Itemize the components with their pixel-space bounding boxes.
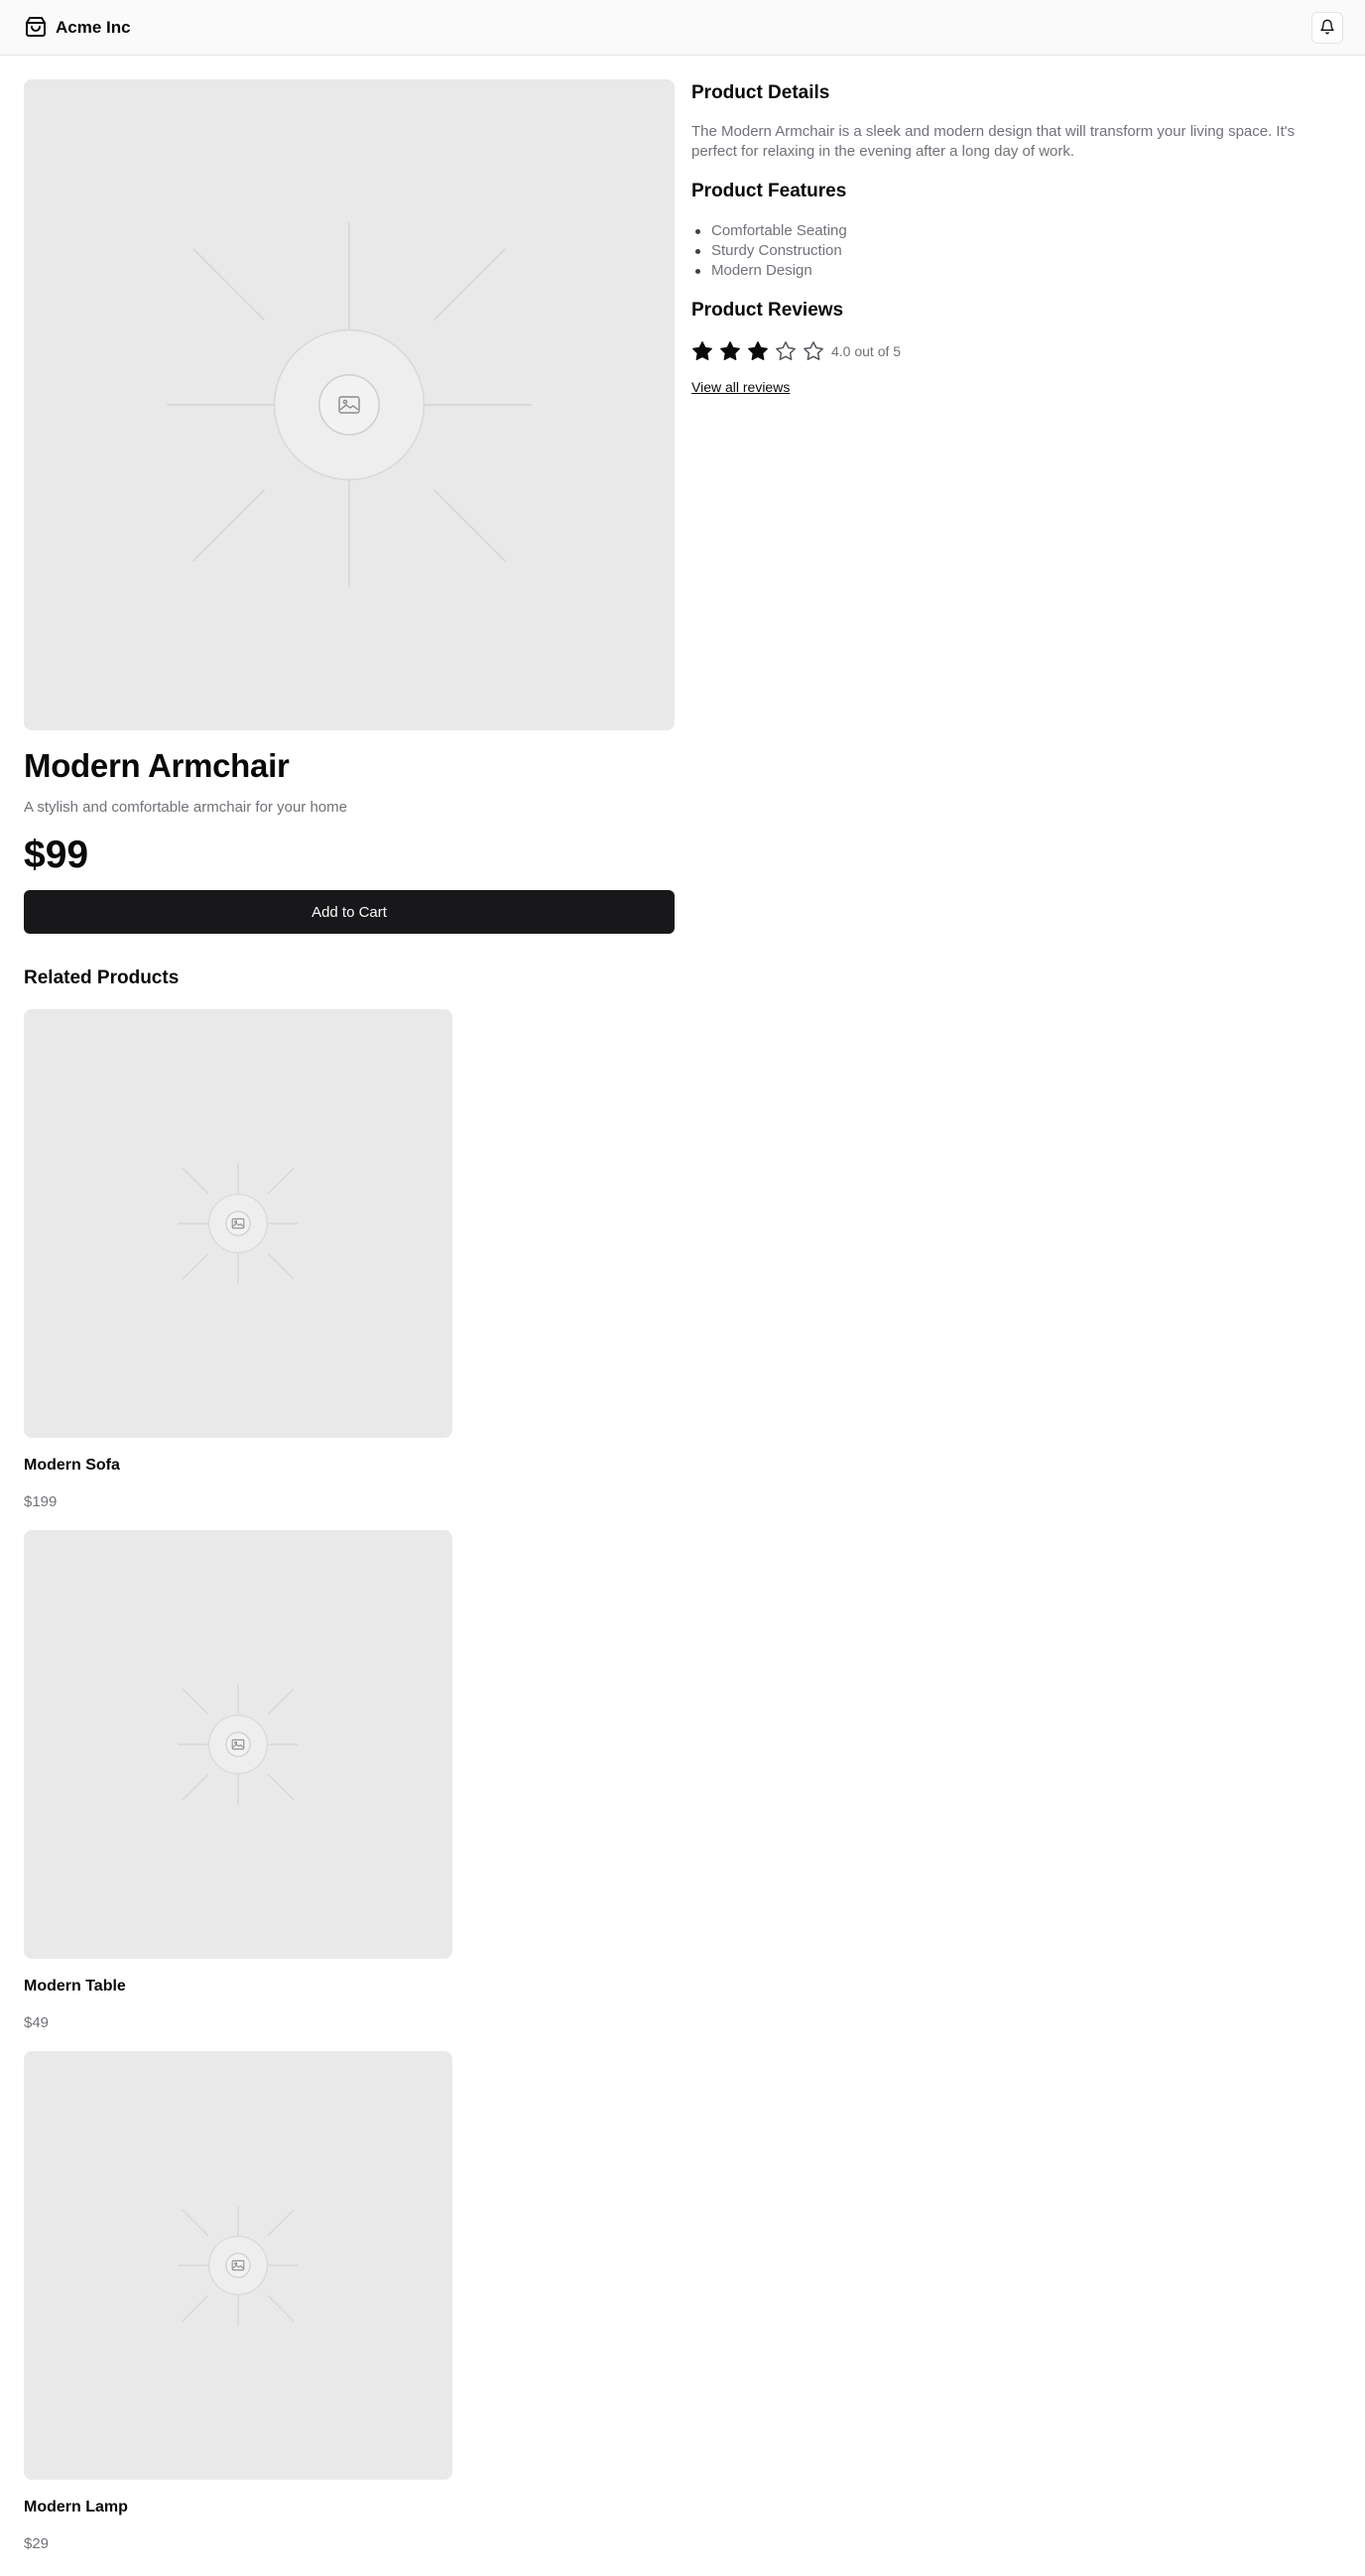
product-title: Modern Armchair bbox=[24, 747, 290, 784]
shopping-bag-icon[interactable] bbox=[24, 15, 48, 39]
add-to-cart-button[interactable]: Add to Cart bbox=[24, 890, 675, 934]
image-placeholder-icon bbox=[231, 1738, 245, 1750]
brand-name[interactable]: Acme Inc bbox=[56, 16, 131, 40]
bell-icon bbox=[1319, 19, 1335, 38]
product-subtitle: A stylish and comfortable armchair for y… bbox=[24, 799, 347, 816]
feature-item: Sturdy Construction bbox=[691, 241, 847, 261]
product-reviews-heading: Product Reviews bbox=[691, 300, 844, 321]
star-empty-icon bbox=[775, 340, 797, 362]
notifications-button[interactable] bbox=[1311, 12, 1343, 44]
related-product-price: $49 bbox=[24, 2014, 50, 2031]
image-placeholder-icon bbox=[231, 2258, 245, 2271]
star-empty-icon bbox=[803, 340, 824, 362]
product-details-heading: Product Details bbox=[691, 82, 830, 103]
related-product-price: $29 bbox=[24, 2535, 50, 2552]
features-list: Comfortable Seating Sturdy Construction … bbox=[691, 221, 847, 281]
feature-item: Modern Design bbox=[691, 261, 847, 281]
product-description: The Modern Armchair is a sleek and moder… bbox=[691, 123, 1296, 160]
rating-text: 4.0 out of 5 bbox=[831, 343, 902, 359]
related-product-name[interactable]: Modern Sofa bbox=[24, 1455, 120, 1477]
related-product-name[interactable]: Modern Lamp bbox=[24, 2497, 128, 2518]
app-header: Acme Inc bbox=[0, 0, 1365, 56]
product-price: $99 bbox=[24, 834, 89, 876]
product-features-heading: Product Features bbox=[691, 181, 847, 201]
star-filled-icon bbox=[719, 340, 741, 362]
feature-item: Comfortable Seating bbox=[691, 221, 847, 241]
view-all-reviews-link[interactable]: View all reviews bbox=[691, 377, 790, 397]
star-filled-icon bbox=[747, 340, 769, 362]
star-rating bbox=[691, 340, 824, 362]
related-products-heading: Related Products bbox=[24, 967, 180, 988]
image-placeholder-icon bbox=[337, 395, 361, 415]
related-product-price: $199 bbox=[24, 1493, 58, 1510]
star-filled-icon bbox=[691, 340, 713, 362]
related-product-name[interactable]: Modern Table bbox=[24, 1976, 126, 1997]
image-placeholder-icon bbox=[231, 1217, 245, 1229]
